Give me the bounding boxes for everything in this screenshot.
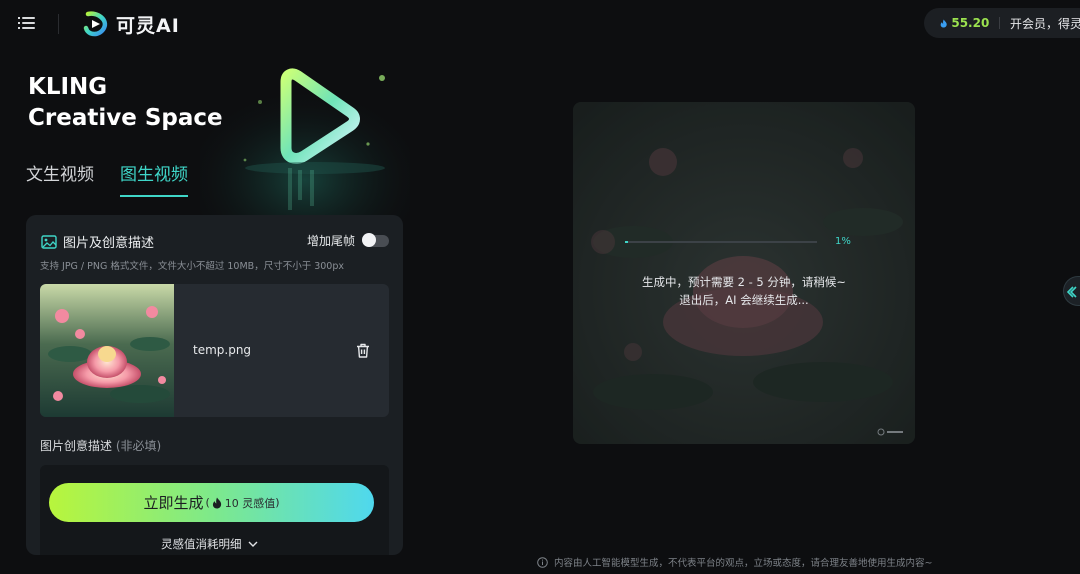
cost-close-paren: ) xyxy=(275,496,280,509)
cost-chip: ( 10 灵感值 ) xyxy=(205,495,279,511)
hero-title: KLING Creative Space xyxy=(28,72,223,134)
tab-image-to-video[interactable]: 图生视频 xyxy=(120,160,188,197)
brand-name: 可灵AI xyxy=(116,14,180,37)
progress-fill xyxy=(625,241,628,243)
status-submessage: 退出后，AI 会继续生成... xyxy=(679,293,809,307)
watermark xyxy=(877,428,905,438)
header-divider xyxy=(58,14,59,34)
flame-icon xyxy=(212,497,221,508)
tail-frame-control: 增加尾帧 xyxy=(307,232,389,249)
menu-icon[interactable] xyxy=(18,15,36,31)
disclaimer-text: 内容由人工智能模型生成，不代表平台的观点，立场或态度，请合理友善地使用生成内容~ xyxy=(554,558,933,569)
description-label: 图片创意描述 (非必填) xyxy=(40,437,161,454)
brand-logo[interactable]: 可灵AI xyxy=(82,10,180,38)
mode-tabs: 文生视频 图生视频 xyxy=(26,160,188,197)
kling-logo-icon xyxy=(83,11,108,37)
cost-detail-label: 灵感值消耗明细 xyxy=(161,537,242,551)
flame-icon xyxy=(940,18,947,28)
generate-label: 立即生成 xyxy=(143,494,204,512)
chevron-down-icon xyxy=(248,541,257,547)
info-icon xyxy=(537,556,548,568)
trash-icon[interactable] xyxy=(356,343,370,358)
progress-bar xyxy=(625,241,817,243)
chevron-left-icon xyxy=(1066,286,1077,298)
tab-text-to-video[interactable]: 文生视频 xyxy=(26,160,94,197)
pill-divider xyxy=(999,17,1000,29)
status-message: 生成中，预计需要 2 - 5 分钟，请稍候~ xyxy=(641,275,847,289)
file-name: temp.png xyxy=(193,343,252,357)
cost-detail-link[interactable]: 灵感值消耗明细 xyxy=(161,536,258,552)
member-cta[interactable]: 开会员，得灵感 xyxy=(1010,15,1080,32)
tail-frame-label: 增加尾帧 xyxy=(306,234,355,248)
cost-value: 10 灵感值 xyxy=(224,496,276,510)
image-icon xyxy=(41,234,57,249)
side-panel-toggle[interactable] xyxy=(1063,276,1080,306)
top-bar: 可灵AI 55.20 开会员，得灵感 xyxy=(0,0,1080,48)
cost-open-paren: ( xyxy=(205,496,210,509)
hero-line-2: Creative Space xyxy=(28,105,223,131)
description-title: 图片创意描述 xyxy=(40,439,113,453)
play-logo-illustration xyxy=(200,60,410,220)
section-header: 图片及创意描述 xyxy=(41,232,154,251)
disclaimer: 内容由人工智能模型生成，不代表平台的观点，立场或态度，请合理友善地使用生成内容~ xyxy=(537,555,932,569)
generation-preview: 1% 生成中，预计需要 2 - 5 分钟，请稍候~ 退出后，AI 会继续生成..… xyxy=(573,102,915,444)
progress-percent: 1% xyxy=(835,236,851,247)
section-label: 图片及创意描述 xyxy=(63,236,155,251)
optional-note: (非必填) xyxy=(115,439,162,453)
points-balance: 55.20 xyxy=(951,16,990,30)
preview-image xyxy=(573,102,915,444)
uploaded-image-thumbnail xyxy=(40,284,174,417)
tail-frame-toggle[interactable] xyxy=(362,232,389,247)
hero-line-1: KLING xyxy=(28,74,108,100)
upload-hint: 支持 JPG / PNG 格式文件，文件大小不超过 10MB，尺寸不小于 300… xyxy=(40,261,344,272)
uploaded-image-card[interactable]: temp.png xyxy=(40,284,389,417)
generate-button[interactable]: 立即生成 ( 10 灵感值 ) xyxy=(49,483,374,522)
watermark-logo-icon xyxy=(877,428,903,436)
account-pill[interactable]: 55.20 开会员，得灵感 xyxy=(924,8,1080,38)
